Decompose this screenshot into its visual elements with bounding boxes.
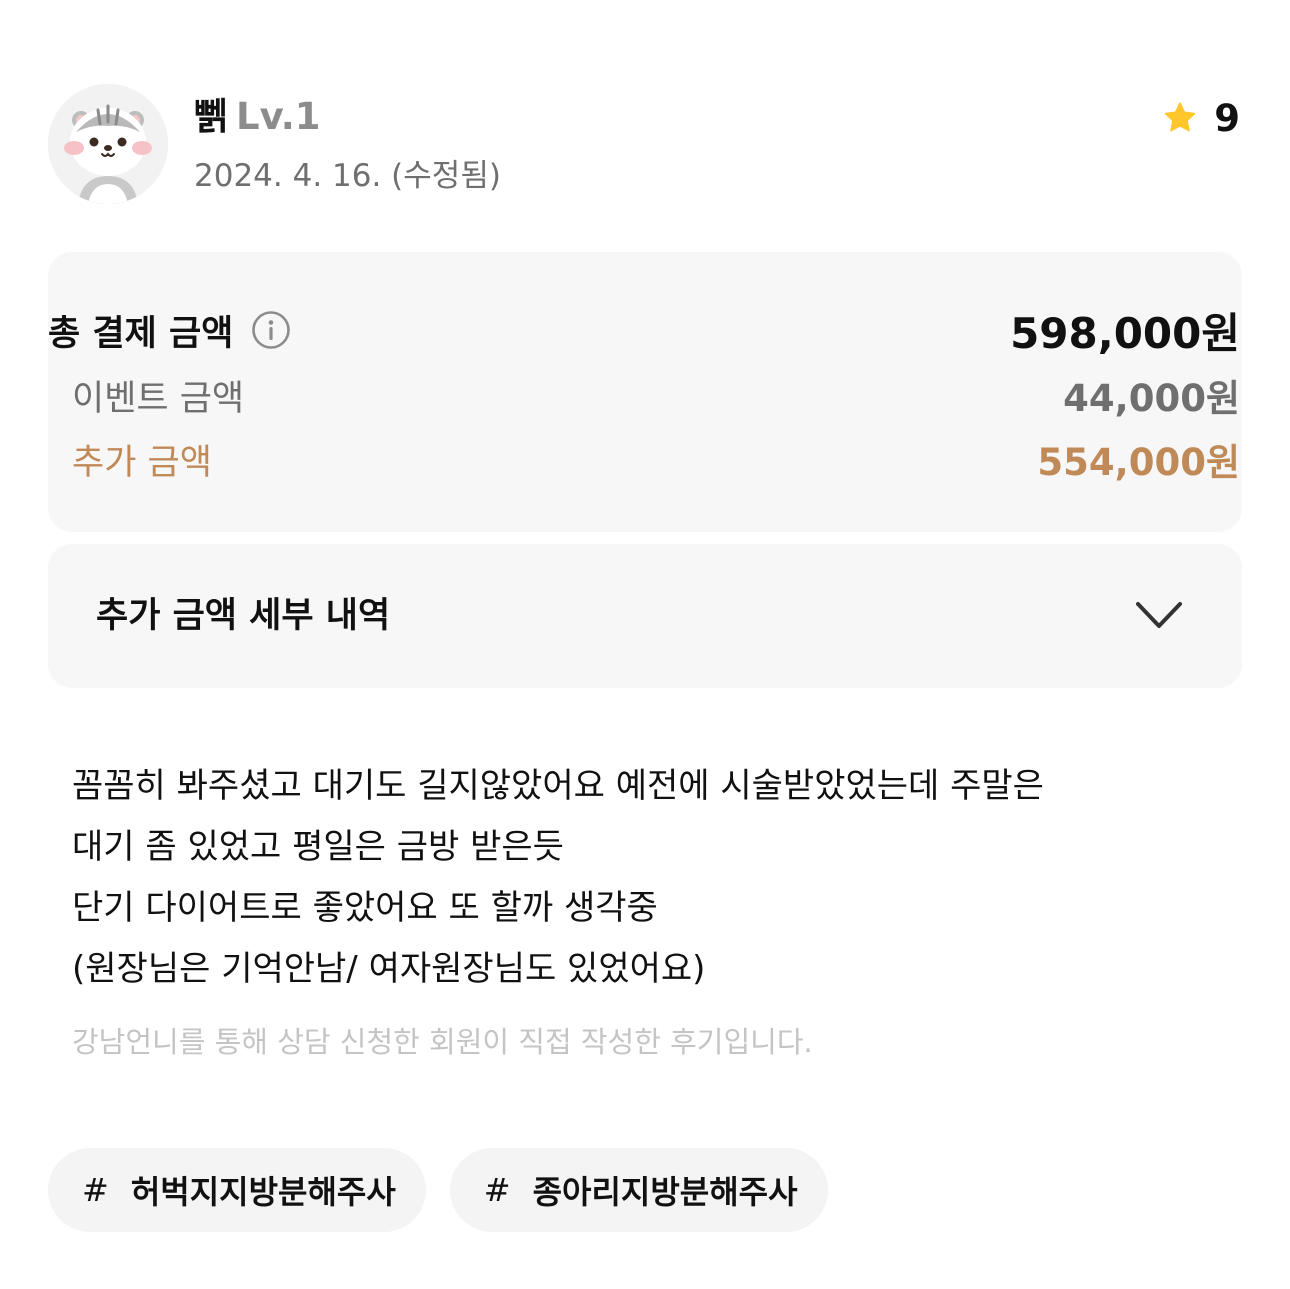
detail-title: 추가 금액 세부 내역 bbox=[96, 596, 391, 636]
tag-label: 종아리지방분해주사 bbox=[532, 1173, 798, 1211]
event-price-value: 44,000원 bbox=[1063, 377, 1240, 420]
extra-price-value: 554,000원 bbox=[1037, 441, 1240, 484]
rating: 9 bbox=[1162, 96, 1240, 140]
review-line: 꼼꼼히 봐주셨고 대기도 길지않았어요 예전에 시술받았었는데 주말은 bbox=[72, 766, 1044, 806]
total-price-label: 총 결제 금액 bbox=[48, 313, 234, 354]
hash-icon: # bbox=[483, 1171, 511, 1209]
user-info: 뻵 Lv.1 bbox=[194, 94, 321, 140]
event-price-row: 이벤트 금액 44,000원 bbox=[48, 368, 1240, 422]
user-level: Lv.1 bbox=[236, 95, 321, 138]
extra-price-detail-toggle[interactable]: 추가 금액 세부 내역 bbox=[48, 544, 1242, 688]
extra-price-label: 추가 금액 bbox=[72, 442, 212, 483]
post-date: 2024. 4. 16. (수정됨) bbox=[194, 158, 501, 194]
review-text: 꼼꼼히 봐주셨고 대기도 길지않았어요 예전에 시술받았었는데 주말은 대기 좀… bbox=[72, 756, 1222, 1000]
review-line: 단기 다이어트로 좋았어요 또 할까 생각중 bbox=[72, 888, 658, 928]
review-line: 대기 좀 있었고 평일은 금방 받은듯 bbox=[72, 827, 564, 867]
hash-icon: # bbox=[82, 1171, 109, 1209]
event-price-label: 이벤트 금액 bbox=[72, 378, 245, 419]
user-name[interactable]: 뻵 bbox=[194, 95, 228, 138]
extra-price-row: 추가 금액 554,000원 bbox=[48, 432, 1240, 486]
review-header: 뻵 Lv.1 2024. 4. 16. (수정됨) 9 bbox=[48, 84, 1242, 206]
tag-chip[interactable]: # 종아리지방분해주사 bbox=[449, 1148, 828, 1232]
tag-list: # 허벅지지방분해주사 # 종아리지방분해주사 bbox=[48, 1148, 852, 1232]
review-line: (원장님은 기억안남/ 여자원장님도 있었어요) bbox=[72, 949, 706, 989]
star-count: 9 bbox=[1214, 96, 1240, 140]
tag-chip[interactable]: # 허벅지지방분해주사 bbox=[48, 1148, 426, 1232]
total-price-label-wrap: 총 결제 금액 bbox=[48, 305, 291, 356]
tag-label: 허벅지지방분해주사 bbox=[130, 1173, 396, 1211]
hamster-avatar-icon[interactable] bbox=[48, 84, 168, 204]
chevron-down-icon[interactable] bbox=[1134, 596, 1184, 636]
star-icon bbox=[1165, 102, 1196, 132]
total-price-value: 598,000원 bbox=[1010, 308, 1240, 358]
review-disclaimer: 강남언니를 통해 상담 신청한 회원이 직접 작성한 후기입니다. bbox=[72, 1025, 813, 1059]
total-price-row: 총 결제 금액 598,000원 bbox=[48, 302, 1240, 358]
info-icon[interactable] bbox=[251, 310, 291, 350]
